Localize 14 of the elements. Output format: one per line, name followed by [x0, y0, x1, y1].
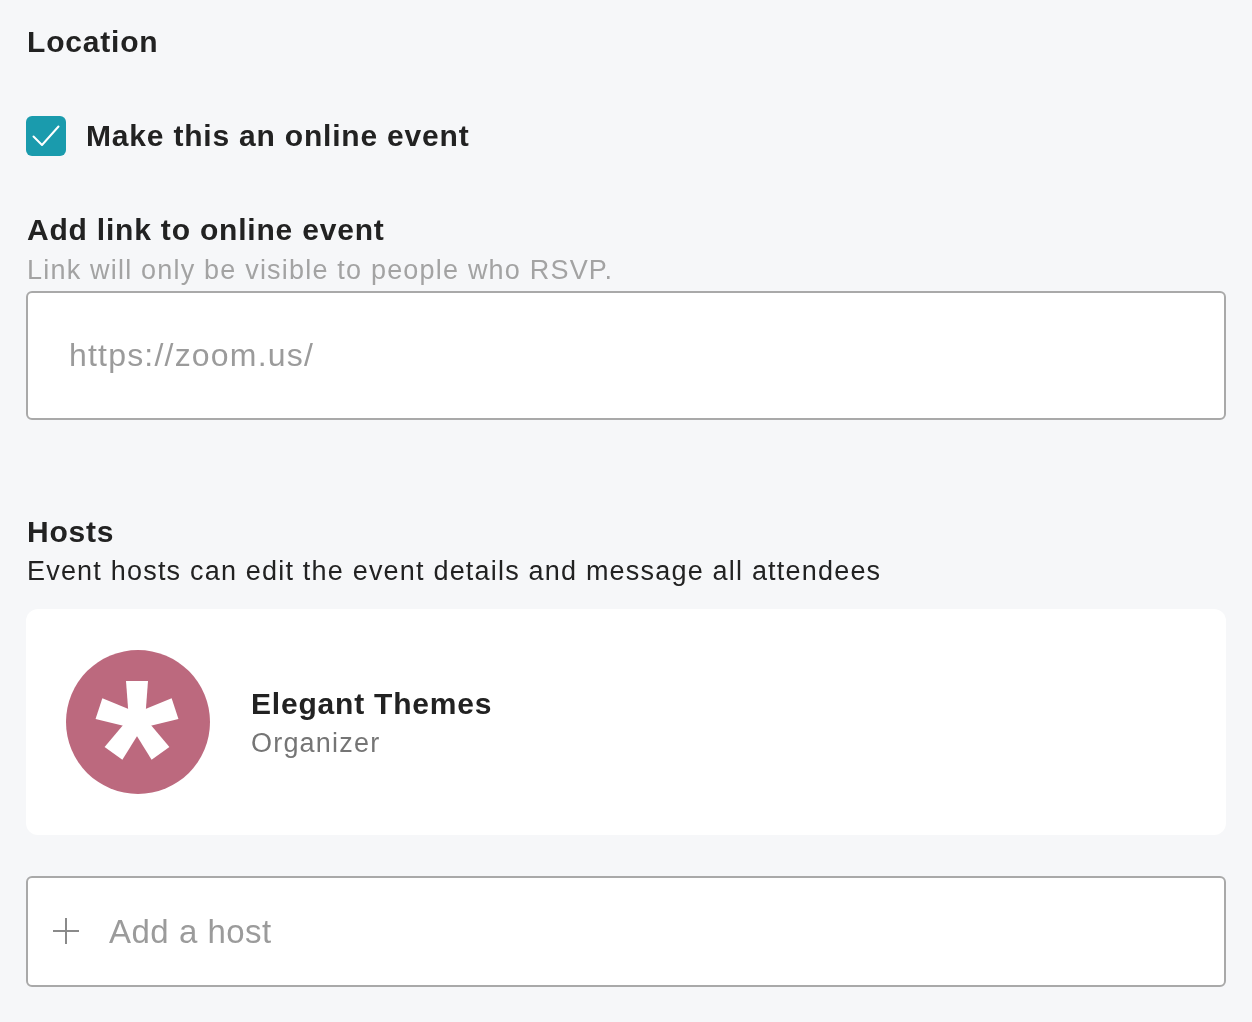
link-input-field[interactable]: https://zoom.us/ — [26, 291, 1226, 420]
checkbox[interactable] — [26, 116, 66, 156]
field-hint: Link will only be visible to people who RSVP. — [27, 254, 614, 287]
field-label: Add link to online event — [27, 212, 385, 248]
section-title: Location — [27, 24, 159, 60]
add-host-field[interactable]: Add a host — [26, 876, 1226, 987]
plus-icon — [53, 918, 79, 944]
host-name: Elegant Themes — [251, 686, 493, 722]
checkbox-label[interactable]: Make this an online event — [86, 116, 470, 156]
section-title: Hosts — [27, 514, 115, 550]
host-role: Organizer — [251, 727, 381, 760]
asterisk-avatar-icon — [66, 650, 210, 794]
checkmark-icon — [32, 125, 60, 147]
section-description: Event hosts can edit the event details and message all attendees — [27, 555, 882, 588]
